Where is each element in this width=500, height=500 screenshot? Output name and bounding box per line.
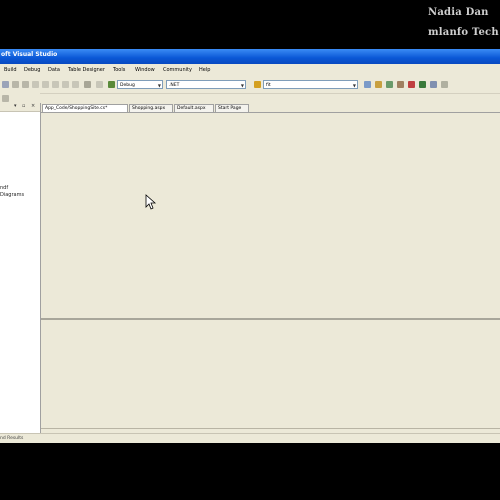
toolbar-icon[interactable] — [2, 95, 9, 102]
menu-community[interactable]: Community — [163, 67, 192, 73]
menu-data[interactable]: Data — [48, 67, 60, 73]
menu-table-designer[interactable]: Table Designer — [68, 67, 105, 73]
copy-icon[interactable] — [42, 81, 49, 88]
navigate-icon[interactable] — [84, 81, 91, 88]
tab-start-page[interactable]: Start Page — [215, 104, 249, 112]
properties-icon[interactable] — [386, 81, 393, 88]
document-tabs: App_Code/ShoppingSite.cs* Shopping.aspx … — [41, 103, 500, 113]
cut-icon[interactable] — [32, 81, 39, 88]
tree-item-diagrams[interactable]: Diagrams — [0, 192, 24, 198]
find-in-files-icon[interactable] — [364, 81, 371, 88]
status-text[interactable]: nd Results — [0, 436, 23, 441]
tree-item[interactable]: ndf — [0, 185, 8, 191]
menu-build[interactable]: Build — [4, 67, 17, 73]
chevron-down-icon: ▼ — [352, 83, 356, 88]
find-icon[interactable] — [254, 81, 261, 88]
lower-pane[interactable] — [41, 320, 500, 429]
editor-area[interactable] — [41, 113, 500, 319]
toolbox-icon[interactable] — [408, 81, 415, 88]
menu-bar: Build Debug Data Table Designer Tools Wi… — [0, 64, 500, 76]
tab-shoppingsite-cs[interactable]: App_Code/ShoppingSite.cs* — [42, 104, 128, 112]
standard-toolbar: Debug ▼ .NET ▼ fit ▼ — [0, 76, 500, 94]
configuration-combo[interactable]: Debug ▼ — [117, 80, 163, 89]
chevron-down-icon: ▼ — [157, 83, 161, 88]
overlay-line-2: mlanfo Tech — [428, 27, 499, 38]
tab-default-aspx[interactable]: Default.aspx — [174, 104, 214, 112]
toolbar-icon[interactable] — [96, 81, 103, 88]
close-icon[interactable]: × — [31, 103, 35, 109]
platform-combo[interactable]: .NET ▼ — [166, 80, 246, 89]
solution-explorer-icon[interactable] — [375, 81, 382, 88]
window-title: oft Visual Studio — [1, 51, 58, 58]
save-icon[interactable] — [22, 81, 29, 88]
object-browser-icon[interactable] — [397, 81, 404, 88]
find-value: fit — [266, 83, 271, 88]
dropdown-icon[interactable]: ▾ — [14, 103, 17, 109]
window-icon[interactable] — [430, 81, 437, 88]
start-debug-icon[interactable] — [108, 81, 115, 88]
start-page-icon[interactable] — [419, 81, 426, 88]
more-options-icon[interactable] — [441, 81, 448, 88]
title-bar[interactable]: oft Visual Studio — [0, 49, 500, 64]
server-explorer-panel: ▾ ▫ × ndf Diagrams — [0, 103, 41, 433]
redo-icon[interactable] — [72, 81, 79, 88]
status-bar: nd Results — [0, 433, 500, 443]
new-project-icon[interactable] — [2, 81, 9, 88]
menu-debug[interactable]: Debug — [24, 67, 40, 73]
menu-tools[interactable]: Tools — [113, 67, 125, 73]
visual-studio-window: oft Visual Studio Build Debug Data Table… — [0, 49, 500, 443]
chevron-down-icon: ▼ — [240, 83, 244, 88]
paste-icon[interactable] — [52, 81, 59, 88]
secondary-toolbar — [0, 93, 40, 103]
overlay-line-1: Nadia Dan — [428, 7, 489, 18]
open-icon[interactable] — [12, 81, 19, 88]
panel-header: ▾ ▫ × — [0, 103, 40, 112]
find-combo[interactable]: fit ▼ — [263, 80, 358, 89]
menu-window[interactable]: Window — [135, 67, 155, 73]
undo-icon[interactable] — [62, 81, 69, 88]
mouse-cursor-icon — [145, 194, 157, 210]
configuration-value: Debug — [120, 83, 135, 88]
menu-help[interactable]: Help — [199, 67, 210, 73]
platform-value: .NET — [169, 83, 180, 88]
pin-icon[interactable]: ▫ — [22, 103, 25, 109]
tab-shopping-aspx[interactable]: Shopping.aspx — [129, 104, 173, 112]
